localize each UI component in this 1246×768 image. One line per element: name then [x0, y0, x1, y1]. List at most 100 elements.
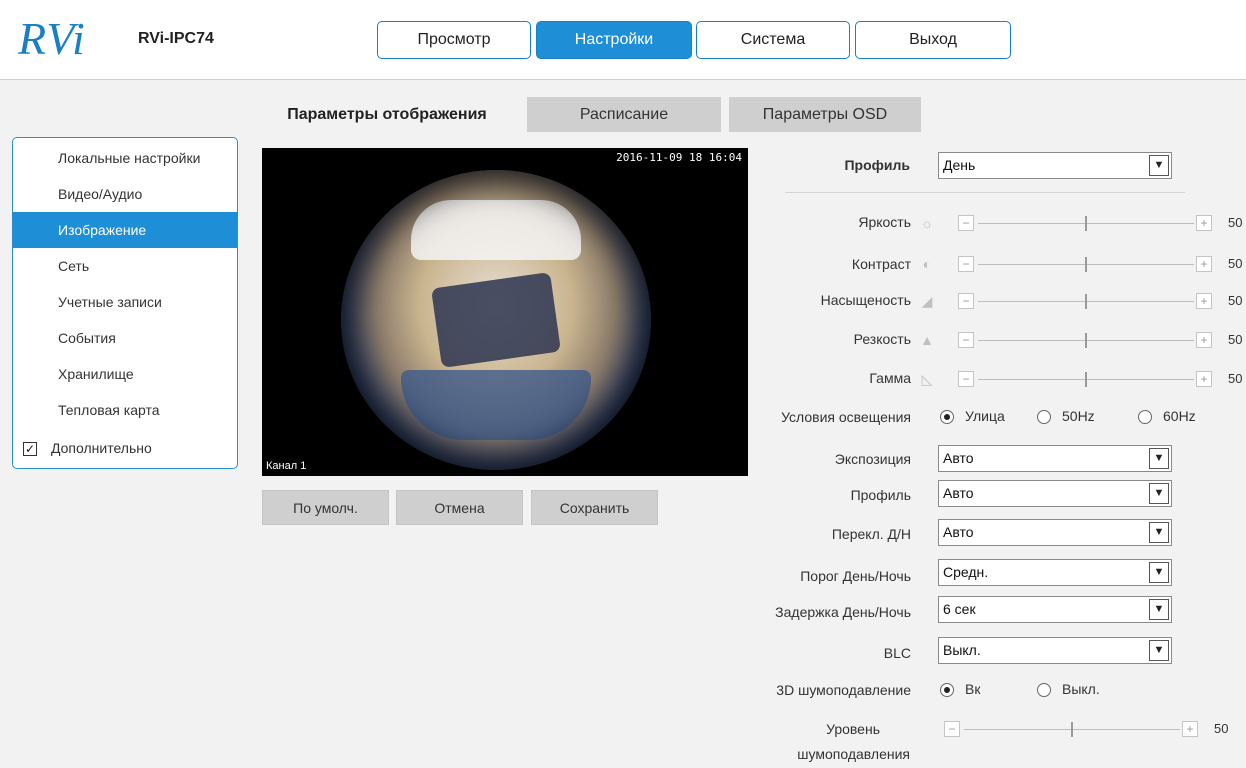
settings-sidebar: Локальные настройки Видео/Аудио Изображе…: [12, 137, 238, 469]
gamma-icon: ◺: [921, 371, 933, 387]
sharpness-value: 50: [1228, 332, 1243, 347]
blc-select-value: Выкл.: [943, 642, 981, 658]
blc-select[interactable]: Выкл. ▼: [938, 637, 1172, 664]
gamma-minus-button[interactable]: −: [958, 371, 974, 387]
tab-schedule[interactable]: Расписание: [527, 97, 721, 132]
sidebar-item-events[interactable]: События: [13, 320, 237, 356]
advanced-toggle[interactable]: ✓ Дополнительно: [13, 434, 237, 464]
device-model: RVi-IPC74: [138, 30, 214, 47]
advanced-checkbox[interactable]: ✓: [23, 442, 37, 456]
dnr-off-radio[interactable]: [1037, 683, 1051, 697]
brightness-value: 50: [1228, 215, 1243, 230]
saturation-label: Насыщеность: [820, 292, 911, 308]
day-night-delay-select-value: 6 сек: [943, 601, 976, 617]
exposure-select[interactable]: Авто ▼: [938, 445, 1172, 472]
dnr-level-plus-button[interactable]: +: [1182, 721, 1198, 737]
nav-view-button[interactable]: Просмотр: [377, 21, 531, 59]
day-night-delay-label: Задержка День/Ночь: [775, 604, 911, 620]
profile-label: Профиль: [844, 157, 910, 173]
brightness-plus-button[interactable]: +: [1196, 215, 1212, 231]
contrast-plus-button[interactable]: +: [1196, 256, 1212, 272]
sharpness-plus-button[interactable]: +: [1196, 332, 1212, 348]
tab-display-params[interactable]: Параметры отображения: [256, 97, 518, 132]
lighting-50hz-label: 50Hz: [1062, 408, 1095, 424]
chevron-down-icon: ▼: [1149, 522, 1169, 543]
tab-osd-params[interactable]: Параметры OSD: [729, 97, 921, 132]
nav-settings-button[interactable]: Настройки: [536, 21, 692, 59]
chevron-down-icon: ▼: [1149, 599, 1169, 620]
divider: [785, 192, 1185, 193]
contrast-minus-button[interactable]: −: [958, 256, 974, 272]
brightness-minus-button[interactable]: −: [958, 215, 974, 231]
chevron-down-icon: ▼: [1149, 448, 1169, 469]
contrast-icon: ◐: [922, 256, 932, 272]
sidebar-item-heatmap[interactable]: Тепловая карта: [13, 392, 237, 428]
sharpness-thumb[interactable]: [1085, 333, 1087, 348]
save-button[interactable]: Сохранить: [531, 490, 658, 525]
lighting-60hz-label: 60Hz: [1163, 408, 1196, 424]
exposure-select-value: Авто: [943, 450, 974, 466]
sidebar-item-local[interactable]: Локальные настройки: [13, 140, 237, 176]
cancel-button[interactable]: Отмена: [396, 490, 523, 525]
exposure-profile-label: Профиль: [850, 487, 911, 503]
gamma-slider[interactable]: ◺ − + 50: [918, 369, 1246, 391]
dnr-level-slider[interactable]: − + 50: [904, 719, 1232, 741]
dnr-level-minus-button[interactable]: −: [944, 721, 960, 737]
day-night-threshold-select-value: Средн.: [943, 564, 989, 580]
day-night-switch-select[interactable]: Авто ▼: [938, 519, 1172, 546]
saturation-minus-button[interactable]: −: [958, 293, 974, 309]
lighting-60hz-radio[interactable]: [1138, 410, 1152, 424]
preview-timestamp: 2016-11-09 18 16:04: [616, 151, 742, 164]
day-night-switch-label: Перекл. Д/Н: [831, 526, 911, 542]
saturation-icon: ◢: [921, 293, 933, 309]
advanced-label: Дополнительно: [51, 440, 152, 456]
saturation-plus-button[interactable]: +: [1196, 293, 1212, 309]
exposure-profile-select-value: Авто: [943, 485, 974, 501]
contrast-label: Контраст: [851, 256, 911, 272]
profile-select[interactable]: День ▼: [938, 152, 1172, 179]
lighting-outdoor-radio[interactable]: [940, 410, 954, 424]
lighting-outdoor-label: Улица: [965, 408, 1005, 424]
gamma-value: 50: [1228, 371, 1243, 386]
contrast-value: 50: [1228, 256, 1243, 271]
exposure-label: Экспозиция: [834, 451, 911, 467]
gamma-label: Гамма: [869, 370, 911, 386]
preview-channel-label: Канал 1: [266, 460, 307, 472]
nav-logout-button[interactable]: Выход: [855, 21, 1011, 59]
saturation-slider[interactable]: ◢ − + 50: [918, 291, 1246, 313]
saturation-thumb[interactable]: [1085, 294, 1087, 309]
gamma-thumb[interactable]: [1085, 372, 1087, 387]
dnr-on-label: Вк: [965, 681, 981, 697]
brightness-thumb[interactable]: [1085, 216, 1087, 231]
defaults-button[interactable]: По умолч.: [262, 490, 389, 525]
dnr-off-label: Выкл.: [1062, 681, 1100, 697]
dnr-level-label-line1: Уровень: [826, 721, 880, 737]
sharpness-label: Резкость: [853, 331, 911, 347]
sidebar-item-image[interactable]: Изображение: [13, 212, 237, 248]
sidebar-item-video-audio[interactable]: Видео/Аудио: [13, 176, 237, 212]
sharpness-minus-button[interactable]: −: [958, 332, 974, 348]
dnr-level-thumb[interactable]: [1071, 722, 1073, 737]
profile-select-value: День: [943, 157, 976, 173]
camera-preview: 2016-11-09 18 16:04 Канал 1: [262, 148, 748, 476]
dnr-on-radio[interactable]: [940, 683, 954, 697]
gamma-plus-button[interactable]: +: [1196, 371, 1212, 387]
brightness-slider[interactable]: ☼ − + 50: [918, 213, 1246, 235]
contrast-slider[interactable]: ◐ − + 50: [918, 254, 1246, 276]
exposure-profile-select[interactable]: Авто ▼: [938, 480, 1172, 507]
saturation-value: 50: [1228, 293, 1243, 308]
fisheye-image: [341, 170, 651, 470]
lighting-50hz-radio[interactable]: [1037, 410, 1051, 424]
sidebar-item-storage[interactable]: Хранилище: [13, 356, 237, 392]
chevron-down-icon: ▼: [1149, 640, 1169, 661]
chevron-down-icon: ▼: [1149, 562, 1169, 583]
blc-label: BLC: [883, 645, 911, 661]
contrast-thumb[interactable]: [1085, 257, 1087, 272]
sidebar-item-accounts[interactable]: Учетные записи: [13, 284, 237, 320]
day-night-delay-select[interactable]: 6 сек ▼: [938, 596, 1172, 623]
nav-system-button[interactable]: Система: [696, 21, 850, 59]
sharpness-slider[interactable]: ▲ − + 50: [918, 330, 1246, 352]
sidebar-item-network[interactable]: Сеть: [13, 248, 237, 284]
day-night-threshold-select[interactable]: Средн. ▼: [938, 559, 1172, 586]
dnr-label: 3D шумоподавление: [776, 682, 911, 698]
